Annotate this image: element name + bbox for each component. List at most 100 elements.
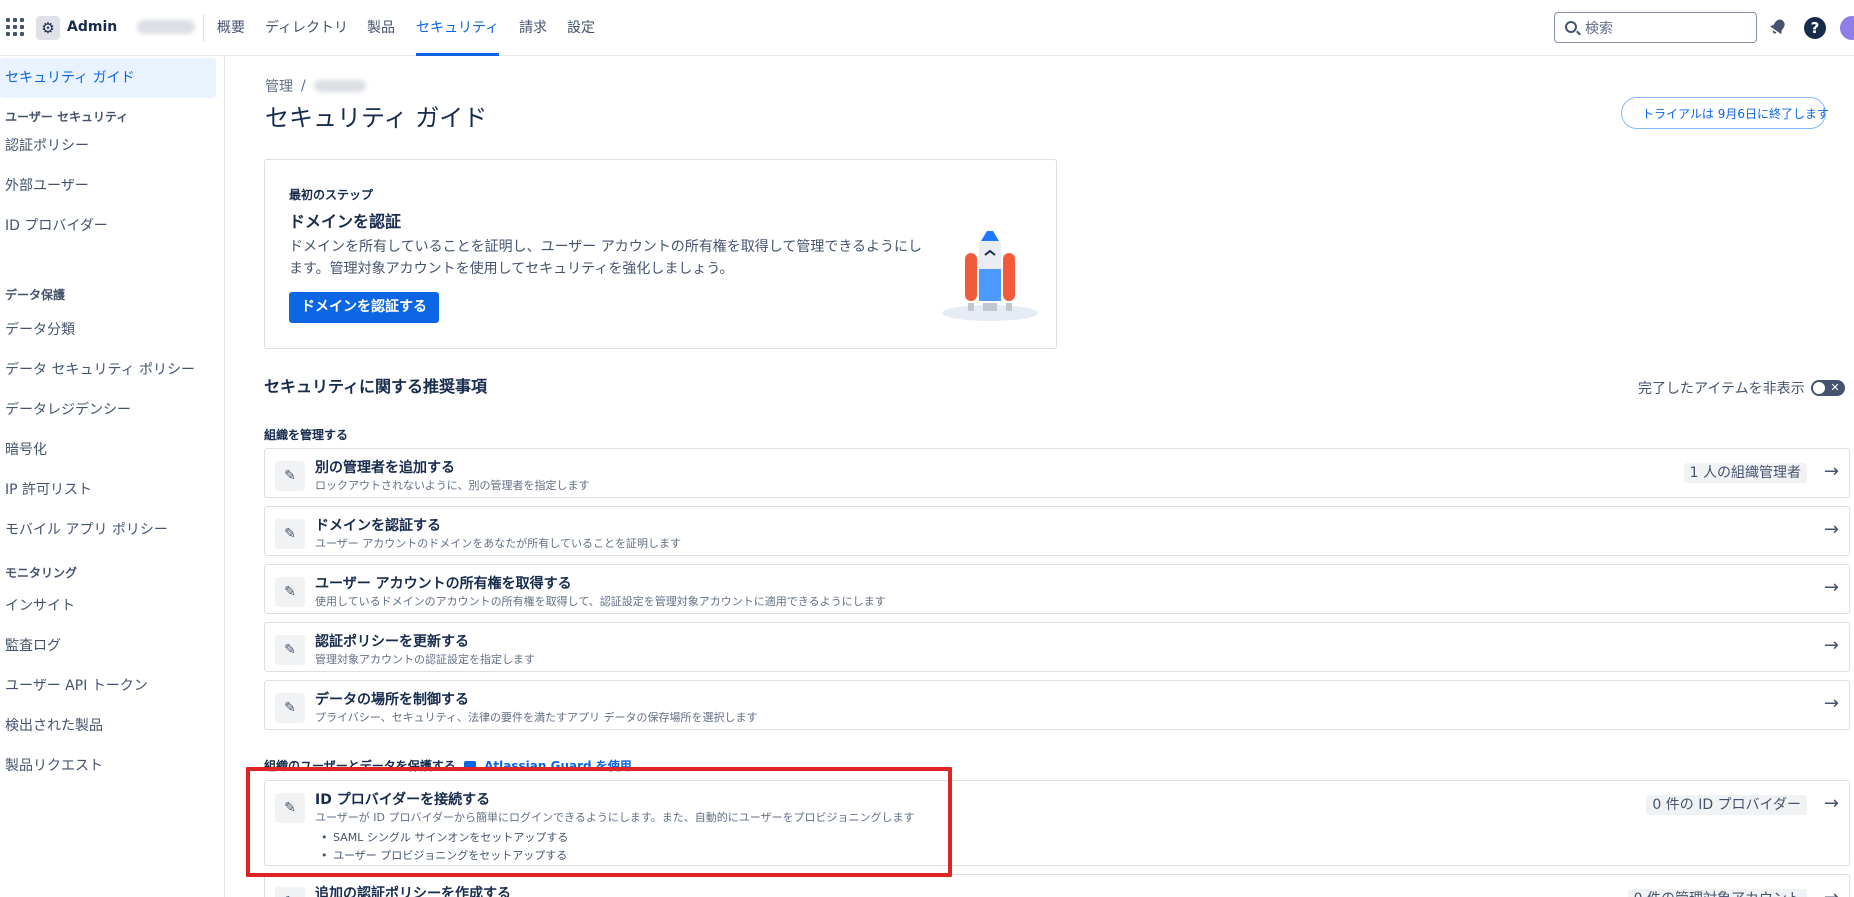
breadcrumb-org-redacted[interactable] bbox=[313, 80, 366, 92]
sidebar-item-external-users[interactable]: 外部ユーザー bbox=[5, 175, 89, 195]
atlassian-guard-link[interactable]: Atlassian Guard を使用 bbox=[484, 759, 632, 773]
sidebar: セキュリティ ガイド ユーザー セキュリティ 認証ポリシー 外部ユーザー ID … bbox=[0, 56, 225, 897]
page-title: セキュリティ ガイド bbox=[265, 104, 488, 132]
toggle-knob bbox=[1812, 382, 1825, 394]
sidebar-item-data-security-policy[interactable]: データ セキュリティ ポリシー bbox=[5, 359, 195, 379]
arrow-right-icon[interactable]: → bbox=[1824, 519, 1839, 540]
breadcrumb-separator: / bbox=[301, 78, 306, 94]
arrow-right-icon[interactable]: → bbox=[1824, 577, 1839, 598]
pencil-icon: ✎ bbox=[275, 577, 305, 607]
nav-divider bbox=[203, 14, 204, 42]
group-heading-manage-org: 組織を管理する bbox=[264, 428, 349, 442]
arrow-right-icon[interactable]: → bbox=[1824, 793, 1839, 814]
list-item: SAML シングル サインオンをセットアップする bbox=[315, 829, 568, 847]
org-name-redacted bbox=[137, 20, 195, 34]
trial-badge[interactable]: トライアルは 9月6日に終了します bbox=[1621, 97, 1829, 129]
rec-title: ユーザー アカウントの所有権を取得する bbox=[315, 576, 572, 592]
notifications-icon[interactable] bbox=[1768, 17, 1788, 37]
search-input[interactable]: 検索 bbox=[1554, 12, 1757, 43]
guard-icon bbox=[463, 761, 476, 771]
rec-count-badge: 0 件の ID プロバイダー bbox=[1646, 795, 1807, 815]
group-heading-text: 組織のユーザーとデータを保護する bbox=[264, 759, 456, 773]
search-placeholder: 検索 bbox=[1585, 20, 1613, 37]
rec-description: ロックアウトされないように、別の管理者を指定します bbox=[315, 479, 590, 492]
rec-row-claim-accounts[interactable]: ✎ ユーザー アカウントの所有権を取得する 使用しているドメインのアカウントの所… bbox=[264, 564, 1850, 614]
trial-badge-label: トライアルは 9月6日に終了します bbox=[1642, 106, 1829, 121]
pencil-icon: ✎ bbox=[275, 635, 305, 665]
sidebar-item-insights[interactable]: インサイト bbox=[5, 595, 75, 615]
breadcrumb-admin[interactable]: 管理 bbox=[265, 76, 293, 96]
rec-title: 別の管理者を追加する bbox=[315, 460, 455, 476]
top-navigation: ⚙ Admin 概要 ディレクトリ 製品 セキュリティ 請求 設定 検索 ? bbox=[0, 0, 1854, 56]
admin-gear-icon[interactable]: ⚙ bbox=[36, 16, 60, 40]
rec-row-additional-auth-policy[interactable]: ✎ 追加の認証ポリシーを作成する 0 件の管理対象アカウント → bbox=[264, 874, 1850, 897]
search-icon bbox=[1565, 21, 1577, 33]
sidebar-item-ip-allowlist[interactable]: IP 許可リスト bbox=[5, 479, 92, 499]
recommendations-title: セキュリティに関する推奨事項 bbox=[264, 377, 488, 396]
sidebar-item-auth-policy[interactable]: 認証ポリシー bbox=[5, 135, 89, 155]
close-icon: ✕ bbox=[1830, 381, 1840, 394]
first-step-title: ドメインを認証 bbox=[289, 212, 402, 231]
pencil-icon: ✎ bbox=[275, 693, 305, 723]
hide-completed-label: 完了したアイテムを非表示 bbox=[1638, 381, 1805, 397]
rec-title: 追加の認証ポリシーを作成する bbox=[315, 886, 511, 897]
list-item: ユーザー プロビジョニングをセットアップする bbox=[315, 847, 568, 865]
rec-title: ID プロバイダーを接続する bbox=[315, 792, 491, 808]
sidebar-item-encryption[interactable]: 暗号化 bbox=[5, 439, 47, 459]
arrow-right-icon[interactable]: → bbox=[1824, 887, 1839, 897]
sidebar-item-identity-provider[interactable]: ID プロバイダー bbox=[5, 215, 108, 235]
pencil-icon: ✎ bbox=[275, 793, 305, 823]
sidebar-item-api-tokens[interactable]: ユーザー API トークン bbox=[5, 675, 148, 695]
sidebar-heading-monitoring: モニタリング bbox=[5, 566, 78, 580]
app-switcher-icon[interactable] bbox=[6, 18, 24, 36]
rec-row-add-admin[interactable]: ✎ 別の管理者を追加する ロックアウトされないように、別の管理者を指定します 1… bbox=[264, 448, 1850, 498]
rec-count-badge: 0 件の管理対象アカウント bbox=[1627, 889, 1807, 897]
arrow-right-icon[interactable]: → bbox=[1824, 693, 1839, 714]
pencil-icon: ✎ bbox=[275, 461, 305, 491]
sidebar-item-discovered-products[interactable]: 検出された製品 bbox=[5, 715, 103, 735]
sidebar-heading-user-security: ユーザー セキュリティ bbox=[5, 110, 129, 124]
rec-description: 管理対象アカウントの認証設定を指定します bbox=[315, 653, 535, 666]
tab-settings[interactable]: 設定 bbox=[567, 0, 595, 56]
app-name[interactable]: Admin bbox=[67, 19, 117, 35]
pencil-icon: ✎ bbox=[275, 519, 305, 549]
arrow-right-icon[interactable]: → bbox=[1824, 635, 1839, 656]
tab-security[interactable]: セキュリティ bbox=[416, 0, 500, 56]
rec-description: ユーザー アカウントのドメインをあなたが所有していることを証明します bbox=[315, 537, 681, 550]
tab-products[interactable]: 製品 bbox=[367, 0, 395, 56]
group-heading-protect-users: 組織のユーザーとデータを保護する Atlassian Guard を使用 bbox=[264, 757, 632, 774]
sidebar-item-mobile-app-policy[interactable]: モバイル アプリ ポリシー bbox=[5, 519, 168, 539]
breadcrumb: 管理 / bbox=[265, 76, 366, 96]
tab-overview[interactable]: 概要 bbox=[217, 0, 245, 56]
rec-count-badge: 1 人の組織管理者 bbox=[1683, 463, 1807, 483]
sidebar-item-data-classification[interactable]: データ分類 bbox=[5, 319, 75, 339]
rec-row-update-auth-policy[interactable]: ✎ 認証ポリシーを更新する 管理対象アカウントの認証設定を指定します → bbox=[264, 622, 1850, 672]
rec-title: データの場所を制御する bbox=[315, 692, 469, 708]
sidebar-item-data-residency[interactable]: データレジデンシー bbox=[5, 399, 131, 419]
rec-row-verify-domain[interactable]: ✎ ドメインを認証する ユーザー アカウントのドメインをあなたが所有していること… bbox=[264, 506, 1850, 556]
sidebar-heading-data-protection: データ保護 bbox=[5, 288, 66, 302]
sidebar-item-security-guide[interactable]: セキュリティ ガイド bbox=[0, 58, 216, 98]
rec-description: プライバシー、セキュリティ、法律の要件を満たすアプリ データの保存場所を選択しま… bbox=[315, 711, 758, 724]
tab-directory[interactable]: ディレクトリ bbox=[265, 0, 348, 56]
rec-row-data-location[interactable]: ✎ データの場所を制御する プライバシー、セキュリティ、法律の要件を満たすアプリ… bbox=[264, 680, 1850, 730]
help-icon[interactable]: ? bbox=[1804, 17, 1826, 39]
rec-description: ユーザーが ID プロバイダーから簡単にログインできるようにします。また、自動的… bbox=[315, 811, 915, 824]
rec-row-connect-idp[interactable]: ✎ ID プロバイダーを接続する ユーザーが ID プロバイダーから簡単にログイ… bbox=[264, 780, 1850, 866]
rec-title: ドメインを認証する bbox=[315, 518, 441, 534]
arrow-right-icon[interactable]: → bbox=[1824, 461, 1839, 482]
pencil-icon: ✎ bbox=[275, 887, 305, 897]
sidebar-item-audit-log[interactable]: 監査ログ bbox=[5, 635, 61, 655]
toggle-switch[interactable]: ✕ bbox=[1810, 380, 1845, 396]
sidebar-item-product-requests[interactable]: 製品リクエスト bbox=[5, 755, 103, 775]
first-step-description: ドメインを所有していることを証明し、ユーザー アカウントの所有権を取得して管理で… bbox=[289, 239, 923, 277]
first-step-card: 最初のステップ ドメインを認証 ドメインを所有していることを証明し、ユーザー ア… bbox=[264, 159, 1057, 349]
tab-billing[interactable]: 請求 bbox=[519, 0, 547, 56]
avatar[interactable] bbox=[1840, 16, 1854, 40]
first-step-eyebrow: 最初のステップ bbox=[289, 188, 374, 202]
rec-description: 使用しているドメインのアカウントの所有権を取得して、認証設定を管理対象アカウント… bbox=[315, 595, 886, 608]
rocket-illustration bbox=[942, 231, 1038, 321]
hide-completed-toggle[interactable]: 完了したアイテムを非表示 ✕ bbox=[1638, 378, 1845, 398]
verify-domain-button[interactable]: ドメインを認証する bbox=[289, 292, 439, 323]
rec-bullet-list: SAML シングル サインオンをセットアップする ユーザー プロビジョニングをセ… bbox=[315, 829, 568, 865]
